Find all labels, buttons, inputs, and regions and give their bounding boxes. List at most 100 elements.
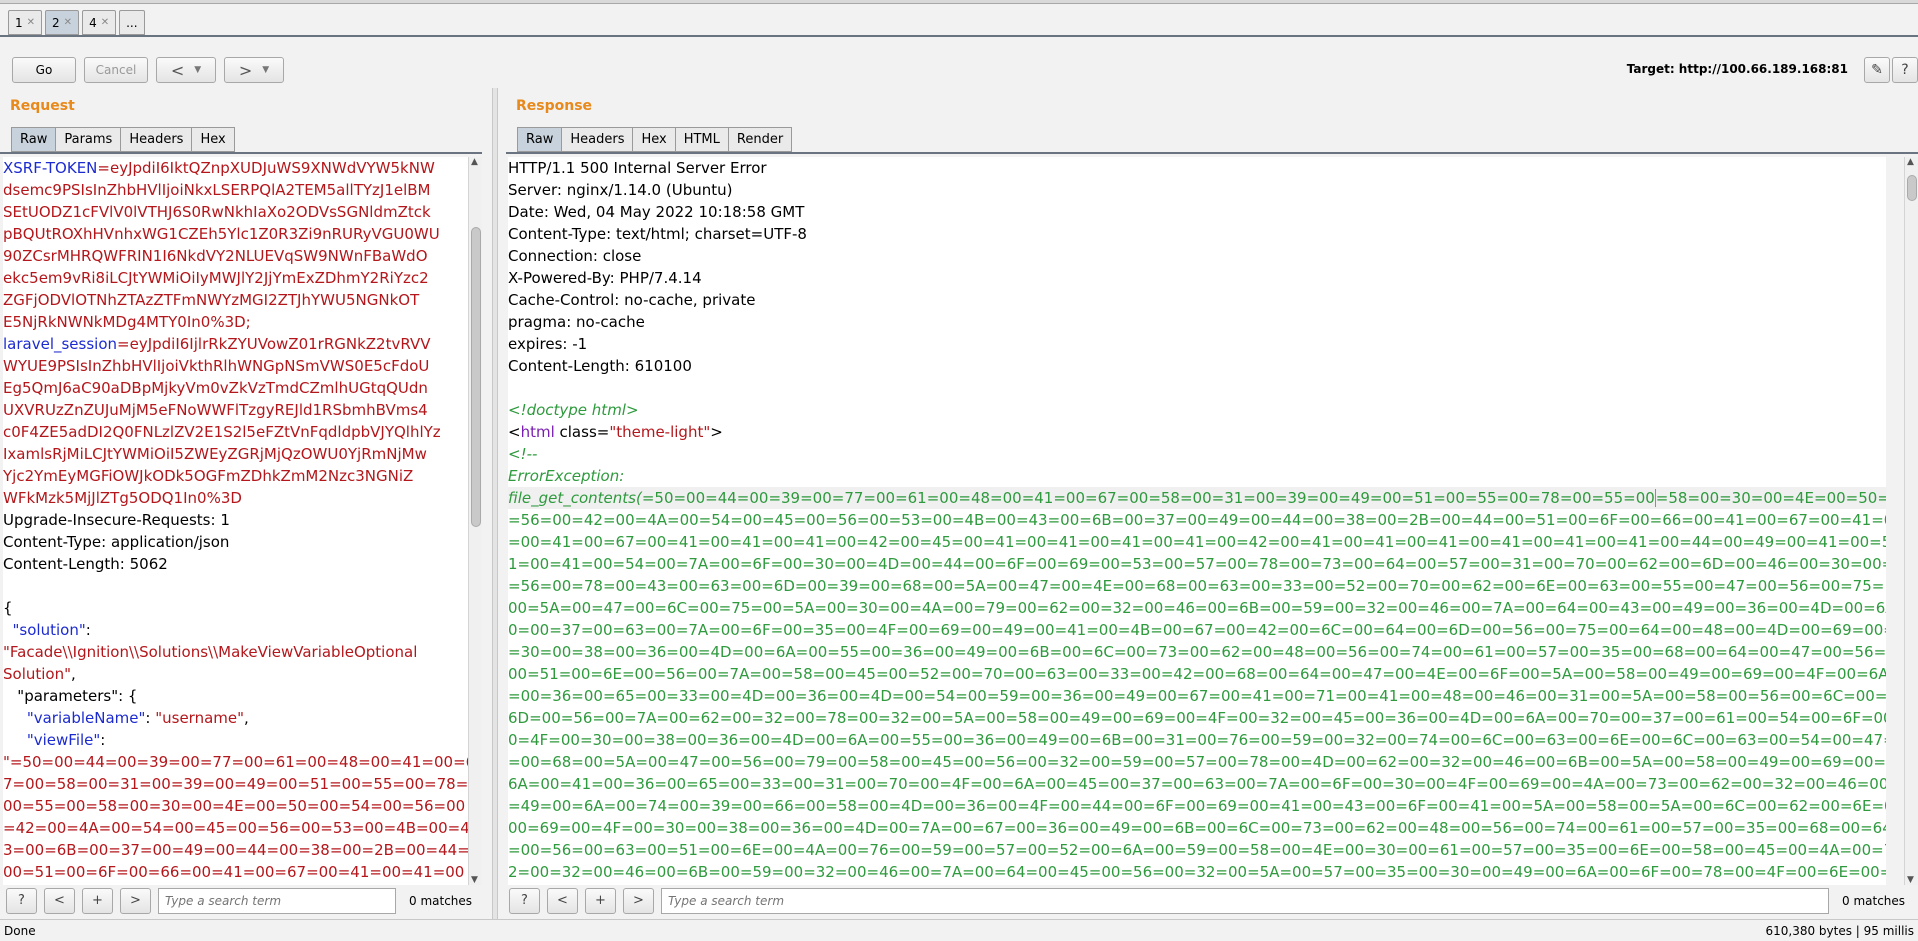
tab-label: 4: [89, 15, 97, 30]
help-icon: ?: [521, 893, 528, 908]
request-scrollbar[interactable]: ▲ ▼: [468, 157, 482, 885]
request-line: "parameters": {: [3, 685, 468, 707]
request-line: laravel_session=eyJpdiI6IjlrRkZYUVowZ01r…: [3, 333, 468, 355]
request-line-token: "variableName": [3, 709, 146, 727]
response-search-input[interactable]: [661, 887, 1829, 914]
payload-line: =00=36=00=65=00=33=00=4D=00=36=00=4D=00=…: [508, 687, 1886, 705]
response-header-line: X-Powered-By: PHP/7.4.14: [508, 269, 702, 287]
payload-line: 6A=00=41=00=36=00=65=00=33=00=31=00=70=0…: [508, 775, 1886, 793]
doctype-line: <!doctype html>: [508, 401, 639, 419]
status-text: Done: [4, 923, 36, 938]
back-button[interactable]: < ▼: [156, 57, 216, 83]
response-tab-raw[interactable]: Raw: [517, 127, 563, 152]
request-line: XSRF-TOKEN=eyJpdiI6IktQZnpXUDJuWS9XNWdVY…: [3, 157, 468, 179]
request-line-token: 90ZCsrMHRQWFRIN1I6NkdVY2NLUEVqSW9NWnFBaW…: [3, 247, 428, 265]
scroll-down-icon[interactable]: ▼: [471, 875, 478, 885]
response-tab-headers[interactable]: Headers: [561, 127, 634, 152]
close-icon[interactable]: ✕: [101, 17, 109, 28]
chevron-right-icon: >: [130, 893, 141, 908]
request-line: IxamlsRjMiLCJtYWMiOiI5ZWEyZGRjMjQzOWU0Yj…: [3, 443, 468, 465]
request-tab-hex[interactable]: Hex: [191, 127, 235, 152]
help-button[interactable]: ?: [1892, 57, 1918, 83]
request-line-token: =42=00=4A=00=54=00=45=00=56=00=53=00=4B=…: [3, 819, 468, 837]
payload-line: 0=4F=00=30=00=38=00=36=00=4D=00=6A=00=55…: [508, 731, 1886, 749]
close-icon[interactable]: ✕: [64, 17, 72, 28]
help-button[interactable]: ?: [6, 887, 37, 914]
scroll-up-icon[interactable]: ▲: [1907, 157, 1914, 167]
response-header-line: Date: Wed, 04 May 2022 10:18:58 GMT: [508, 203, 805, 221]
forward-button[interactable]: > ▼: [224, 57, 284, 83]
request-line: dsemc9PSIsInZhbHVlIjoiNkxLSERPQlA2TEM5al…: [3, 179, 468, 201]
request-line-token: IxamlsRjMiLCJtYWMiOiI5ZWEyZGRjMjQzOWU0Yj…: [3, 445, 427, 463]
scroll-down-icon[interactable]: ▼: [1907, 875, 1914, 885]
file-get-contents-line: file_get_contents(=50=00=44=00=39=00=77=…: [508, 487, 1886, 509]
request-tab-headers[interactable]: Headers: [120, 127, 193, 152]
request-editor[interactable]: XSRF-TOKEN=eyJpdiI6IktQZnpXUDJuWS9XNWdVY…: [3, 157, 468, 885]
go-button[interactable]: Go: [12, 57, 76, 83]
payload-line: =56=00=78=00=43=00=63=00=6D=00=39=00=68=…: [508, 577, 1885, 595]
request-line-token: "username": [155, 709, 245, 727]
request-line-token: dsemc9PSIsInZhbHVlIjoiNkxLSERPQlA2TEM5al…: [3, 181, 431, 199]
request-line-token: Content-Length: 5062: [3, 555, 168, 573]
request-line: Upgrade-Insecure-Requests: 1: [3, 509, 468, 531]
search-add-button[interactable]: +: [82, 887, 113, 914]
tab-more[interactable]: ...: [119, 10, 145, 35]
response-tab-html[interactable]: HTML: [674, 127, 729, 152]
request-line: Content-Length: 5062: [3, 553, 468, 575]
response-viewer[interactable]: HTTP/1.1 500 Internal Server Error Server…: [508, 157, 1886, 885]
edit-target-button[interactable]: ✎: [1864, 57, 1890, 83]
request-line-token: Yjc2YmEyMGFiOWJkODk5OGFmZDhkZmM2Nzc3NGNi…: [3, 467, 414, 485]
request-tab-raw[interactable]: Raw: [11, 127, 57, 152]
help-button[interactable]: ?: [509, 887, 540, 914]
search-next-button[interactable]: >: [120, 887, 151, 914]
response-header-line: Content-Length: 610100: [508, 357, 692, 375]
search-next-button[interactable]: >: [623, 887, 654, 914]
chevron-left-icon: <: [54, 893, 65, 908]
response-title: Response: [516, 98, 593, 114]
dropdown-icon[interactable]: ▼: [194, 65, 201, 75]
scroll-thumb[interactable]: [1907, 175, 1917, 201]
payload-line: 0=00=37=00=63=00=7A=00=6F=00=35=00=4F=00…: [508, 621, 1886, 639]
scroll-thumb[interactable]: [471, 227, 481, 527]
response-tab-render[interactable]: Render: [727, 127, 793, 152]
request-line-token: ,: [244, 709, 249, 727]
request-line: 3=00=6B=00=37=00=49=00=44=00=38=00=2B=00…: [3, 839, 468, 861]
html-token: >: [710, 423, 723, 441]
search-prev-button[interactable]: <: [547, 887, 578, 914]
request-match-count: 0 matches: [409, 893, 473, 908]
pencil-icon: ✎: [1871, 62, 1883, 78]
cancel-button[interactable]: Cancel: [84, 57, 148, 83]
html-token: html: [520, 423, 555, 441]
panel-splitter[interactable]: [492, 88, 498, 920]
request-title: Request: [10, 98, 75, 114]
response-header-line: Connection: close: [508, 247, 642, 265]
search-add-button[interactable]: +: [585, 887, 616, 914]
tab-more-label: ...: [126, 15, 138, 30]
tab-4[interactable]: 4 ✕: [82, 10, 117, 35]
request-line-token: "parameters": {: [3, 687, 138, 705]
tab-2[interactable]: 2 ✕: [45, 10, 80, 35]
payload-line: =00=41=00=67=00=41=00=41=00=41=00=42=00=…: [508, 533, 1886, 551]
request-line: 00=51=00=6F=00=66=00=41=00=67=00=41=00=4…: [3, 861, 468, 883]
scroll-up-icon[interactable]: ▲: [471, 157, 478, 167]
search-prev-button[interactable]: <: [44, 887, 75, 914]
response-header-line: expires: -1: [508, 335, 588, 353]
request-line-token: 00=55=00=58=00=30=00=4E=00=50=00=54=00=5…: [3, 797, 466, 815]
request-search-input[interactable]: [158, 887, 396, 914]
close-icon[interactable]: ✕: [27, 17, 35, 28]
request-line: "=50=00=44=00=39=00=77=00=61=00=48=00=41…: [3, 751, 468, 773]
request-line-token: 00=51=00=6F=00=66=00=41=00=67=00=41=00=4…: [3, 863, 465, 881]
html-open-line: <html class="theme-light">: [508, 421, 1886, 443]
response-scrollbar[interactable]: ▲ ▼: [1904, 157, 1918, 885]
request-line-token: :: [145, 709, 156, 727]
request-tab-params[interactable]: Params: [55, 127, 122, 152]
payload-line: =00=56=00=63=00=51=00=6E=00=4A=00=76=00=…: [508, 841, 1886, 859]
dropdown-icon[interactable]: ▼: [262, 65, 269, 75]
request-line-token: UXVRUzZnZUJuMjM5eFNoWWFlTzgyREJld1RSbmhB…: [3, 401, 428, 419]
request-line-token: =eyJpdiI6IktQZnpXUDJuWS9XNWdVYW5kNW: [97, 159, 435, 177]
response-tab-hex[interactable]: Hex: [632, 127, 676, 152]
request-line-token: ZGFjODVlOTNhZTAzZTFmNWYzMGI2ZTJhYWU5NGNk…: [3, 291, 420, 309]
payload-line: 1=00=41=00=54=00=7A=00=6F=00=30=00=4D=00…: [508, 555, 1886, 573]
tab-1[interactable]: 1 ✕: [8, 10, 43, 35]
request-line: ekc5em9vRi8iLCJtYWMiOiIyMWJlY2JjYmExZDhm…: [3, 267, 468, 289]
